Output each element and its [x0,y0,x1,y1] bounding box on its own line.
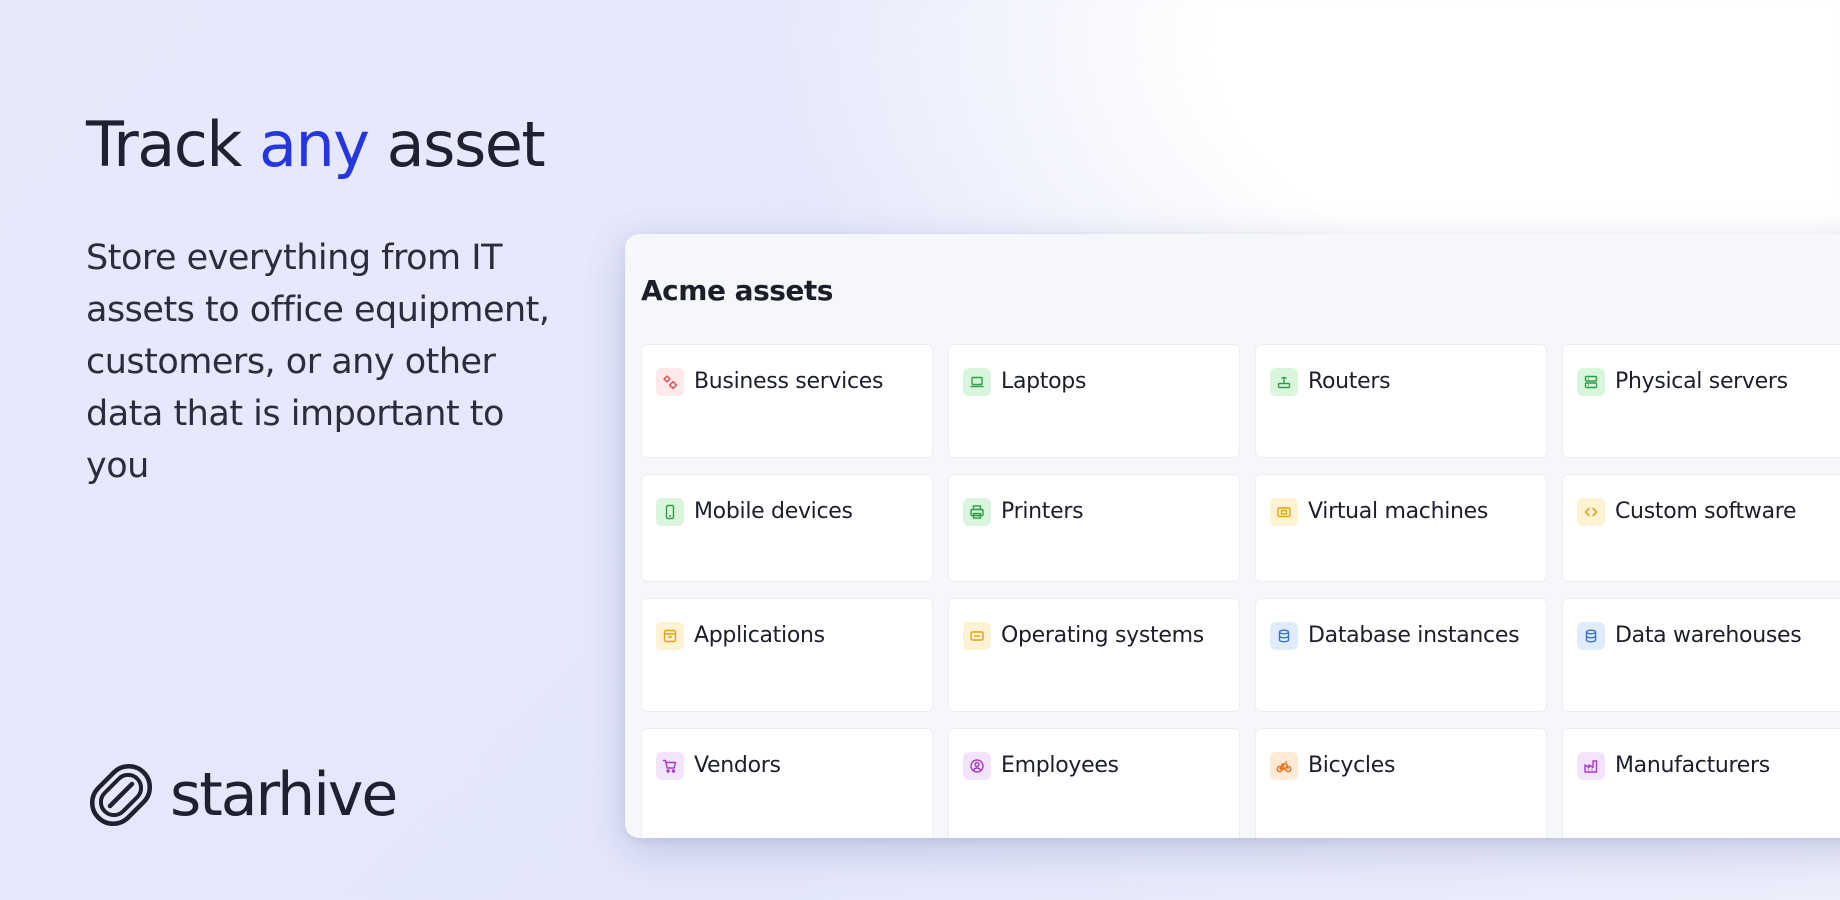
hero-title-end: asset [368,108,546,181]
application-icon [656,622,684,650]
asset-card-label: Bicycles [1308,753,1396,778]
asset-card-label: Printers [1001,499,1084,524]
hero-subtitle: Store everything from IT assets to offic… [86,238,550,486]
asset-card-label: Virtual machines [1308,499,1489,524]
asset-card-label: Custom software [1615,499,1797,524]
server-icon [1577,368,1605,396]
starhive-logo-icon [89,763,153,827]
mobile-icon [656,498,684,526]
brand-name: starhive [170,760,398,830]
asset-card-label: Manufacturers [1615,753,1770,778]
factory-icon [1577,752,1605,780]
brand: starhive [86,760,398,830]
virtual-machine-icon [1270,498,1298,526]
asset-card-vendors[interactable]: Vendors [641,728,933,838]
asset-card-employees[interactable]: Employees [948,728,1240,838]
asset-card-label: Vendors [694,753,781,778]
asset-card-data-warehouses[interactable]: Data warehouses [1562,598,1840,712]
hero-title-start: Track [86,108,259,181]
asset-card-virtual-machines[interactable]: Virtual machines [1255,474,1547,582]
cart-icon [656,752,684,780]
printer-icon [963,498,991,526]
asset-card-label: Employees [1001,753,1119,778]
asset-card-custom-software[interactable]: Custom software [1562,474,1840,582]
asset-card-laptops[interactable]: Laptops [948,344,1240,458]
user-circle-icon [963,752,991,780]
asset-card-label: Applications [694,623,825,648]
laptop-icon [963,368,991,396]
asset-card-physical-servers[interactable]: Physical servers [1562,344,1840,458]
asset-card-manufacturers[interactable]: Manufacturers [1562,728,1840,838]
database-icon [1577,622,1605,650]
asset-card-bicycles[interactable]: Bicycles [1255,728,1547,838]
assets-panel: Acme assets Business services Laptops Ro… [625,234,1840,838]
code-icon [1577,498,1605,526]
asset-card-label: Business services [694,369,884,394]
asset-card-printers[interactable]: Printers [948,474,1240,582]
gears-icon [656,368,684,396]
asset-card-operating-systems[interactable]: Operating systems [948,598,1240,712]
asset-card-label: Laptops [1001,369,1087,394]
asset-card-routers[interactable]: Routers [1255,344,1547,458]
asset-card-label: Operating systems [1001,623,1204,648]
asset-card-database-instances[interactable]: Database instances [1255,598,1547,712]
hero-title: Track any asset [86,108,546,181]
router-icon [1270,368,1298,396]
bicycle-icon [1270,752,1298,780]
asset-card-business-services[interactable]: Business services [641,344,933,458]
hero-title-accent: any [258,108,370,181]
database-icon [1270,622,1298,650]
asset-card-mobile-devices[interactable]: Mobile devices [641,474,933,582]
panel-title: Acme assets [641,274,833,307]
asset-card-label: Mobile devices [694,499,853,524]
asset-card-label: Physical servers [1615,369,1788,394]
asset-card-applications[interactable]: Applications [641,598,933,712]
asset-card-label: Database instances [1308,623,1520,648]
asset-card-label: Data warehouses [1615,623,1802,648]
operating-system-icon [963,622,991,650]
asset-card-label: Routers [1308,369,1391,394]
